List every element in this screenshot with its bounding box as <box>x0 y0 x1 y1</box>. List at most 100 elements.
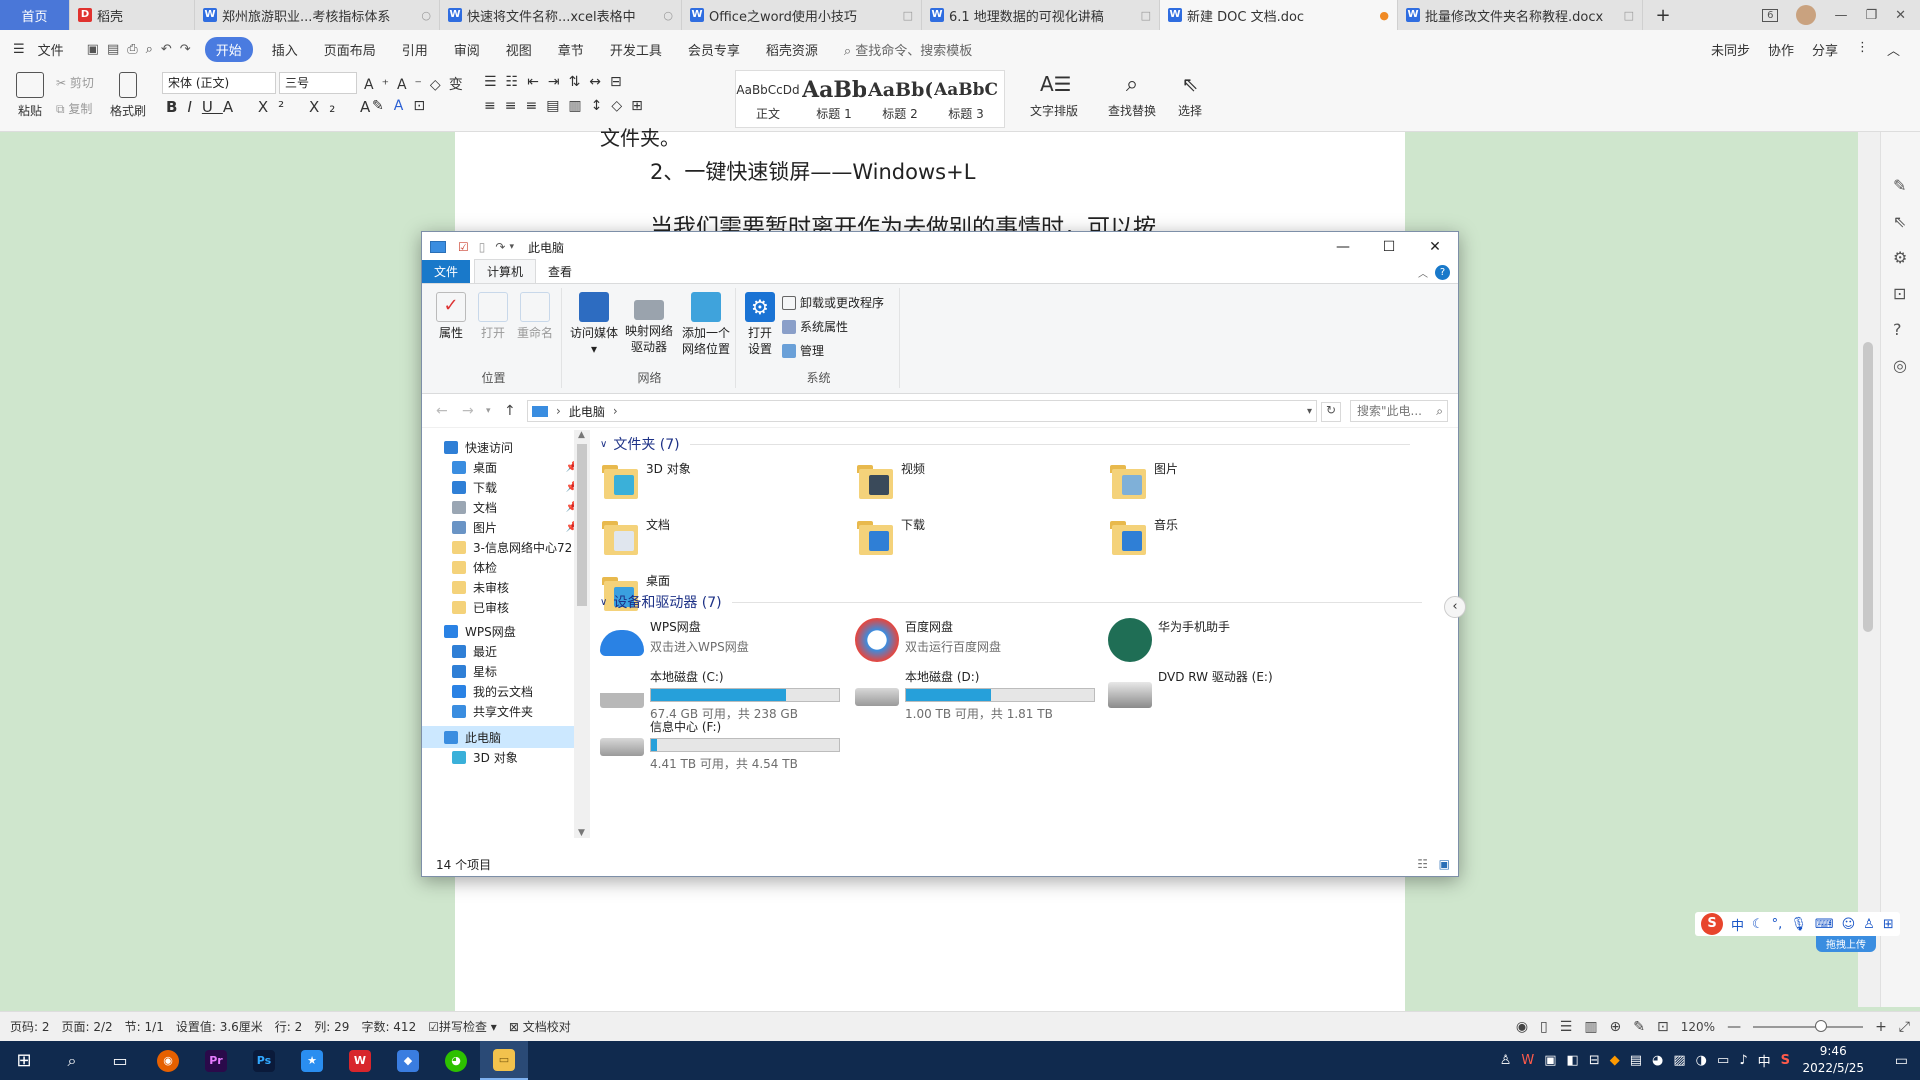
add-network-location-button[interactable]: 添加一个 网络位置 <box>678 292 734 357</box>
firefox-icon[interactable]: ◉ <box>144 1041 192 1080</box>
more-icon[interactable]: ⋮ <box>1856 40 1869 59</box>
properties-button[interactable]: ✓ 属性 <box>432 292 470 341</box>
moon-icon[interactable]: ☾ <box>1752 917 1764 932</box>
rename-button[interactable]: 重命名 <box>514 292 556 341</box>
drive-item[interactable]: 本地磁盘 (C:) 67.4 GB 可用，共 238 GB <box>600 668 840 721</box>
photoshop-icon[interactable]: Ps <box>240 1041 288 1080</box>
tab-home[interactable]: 首页 <box>0 0 70 30</box>
folder-item[interactable]: 下载 <box>855 512 925 562</box>
tab-count-badge[interactable]: 6 <box>1762 8 1779 22</box>
font-style-icons[interactable]: BIUA X² X₂ A <box>166 98 380 116</box>
ime-toolbar[interactable]: S 中 ☾ °, 🎙 ⌨ ☺ ♙ ⊞ <box>1695 912 1900 936</box>
nav-item[interactable]: 此电脑 <box>422 726 586 748</box>
cut-button[interactable]: ✂ 剪切 <box>56 74 94 91</box>
font-name-select[interactable]: 宋体 (正文) <box>162 72 276 94</box>
up-icon[interactable]: ↑ <box>504 403 516 419</box>
fullscreen-icon[interactable]: ⤢ <box>1899 1019 1910 1035</box>
map-drive-button[interactable]: 映射网络 驱动器 <box>622 292 676 355</box>
refresh-icon[interactable]: ↻ <box>1321 402 1341 422</box>
nav-item[interactable]: 桌面 📌 <box>422 456 586 478</box>
outline-view-icon[interactable]: ☰ <box>1560 1019 1573 1035</box>
close-icon[interactable]: □ <box>1141 9 1151 22</box>
menu-docer[interactable]: 稻壳资源 <box>753 40 831 59</box>
punctuation-icon[interactable]: °, <box>1772 917 1783 932</box>
drive-item[interactable]: 本地磁盘 (D:) 1.00 TB 可用，共 1.81 TB <box>855 668 1095 721</box>
breadcrumb[interactable]: 此电脑 <box>569 403 605 420</box>
wps-icon[interactable]: W <box>336 1041 384 1080</box>
collapse-icon[interactable]: ︿ <box>1887 40 1900 59</box>
menu-home[interactable]: 开始 <box>204 36 253 62</box>
access-media-button[interactable]: 访问媒体 ▾ <box>568 292 620 357</box>
status-section[interactable]: 节: 1/1 <box>119 1018 170 1035</box>
app-icon[interactable]: ◆ <box>384 1041 432 1080</box>
menu-insert[interactable]: 插入 <box>259 40 311 59</box>
collapse-ribbon-icon[interactable]: ︿ <box>1418 265 1428 280</box>
nav-item[interactable]: WPS网盘 <box>422 620 586 642</box>
menu-layout[interactable]: 页面布局 <box>311 40 389 59</box>
nav-item[interactable]: 星标 <box>422 660 586 682</box>
person-icon[interactable]: ♙ <box>1500 1053 1512 1068</box>
status-column[interactable]: 列: 29 <box>308 1018 355 1035</box>
list-indent-icons[interactable]: ☰☷⇤⇥⇅↔⊟ <box>484 74 631 90</box>
drive-item[interactable]: 信息中心 (F:) 4.41 TB 可用，共 4.54 TB <box>600 718 840 771</box>
nav-scrollbar[interactable]: ▲ ▼ <box>574 430 590 838</box>
star-app-icon[interactable]: ★ <box>288 1041 336 1080</box>
zoom-in-icon[interactable]: + <box>1875 1019 1887 1035</box>
ribbon-tab-computer[interactable]: 计算机 <box>474 259 537 283</box>
drag-upload-tip[interactable]: 拖拽上传 <box>1816 936 1876 952</box>
forward-icon[interactable]: → <box>462 403 474 419</box>
close-icon[interactable]: ○ <box>421 9 431 22</box>
style-heading3[interactable]: AaBbC(标题 3 <box>934 75 998 129</box>
scroll-down-icon[interactable]: ▼ <box>578 828 585 838</box>
manage-button[interactable]: 管理 <box>782 342 824 359</box>
clock[interactable]: 9:46 2022/5/25 <box>1802 1043 1864 1077</box>
explorer-titlebar[interactable]: ☑ ▯ ↷ ▾ 此电脑 — ☐ ✕ <box>422 232 1458 262</box>
status-row[interactable]: 行: 2 <box>269 1018 309 1035</box>
large-icons-view-icon[interactable]: ▣ <box>1439 857 1450 871</box>
scroll-up-icon[interactable]: ▲ <box>578 430 585 440</box>
paste-button[interactable]: 粘贴 <box>10 72 50 119</box>
menu-dev-tools[interactable]: 开发工具 <box>597 40 675 59</box>
premiere-icon[interactable]: Pr <box>192 1041 240 1080</box>
drive-item[interactable]: WPS网盘 双击进入WPS网盘 <box>600 618 749 668</box>
nav-item[interactable]: 3-信息网络中心72 <box>422 536 586 558</box>
style-heading2[interactable]: AaBb(标题 2 <box>868 75 932 129</box>
quick-access-icons[interactable]: ▣▤⎙⌕↶↷ <box>87 42 199 57</box>
nav-item[interactable]: 我的云文档 <box>422 680 586 702</box>
nav-item[interactable]: 最近 <box>422 640 586 662</box>
details-view-icon[interactable]: ☷ <box>1417 857 1428 871</box>
font-adjust-icons[interactable]: A⁺A⁻◇变 <box>364 74 471 94</box>
grid-icon[interactable]: ⊞ <box>1883 917 1894 932</box>
windows-start-icon[interactable]: ⊞ <box>0 1041 48 1080</box>
close-icon[interactable]: ✕ <box>1895 8 1906 23</box>
keyboard-icon[interactable]: ⌨ <box>1815 917 1834 932</box>
nav-item[interactable]: 下载 📌 <box>422 476 586 498</box>
ime-indicator[interactable]: 中 <box>1758 1051 1771 1070</box>
avatar[interactable] <box>1796 5 1817 25</box>
microphone-icon[interactable]: 🎙 <box>1790 917 1807 932</box>
wechat-icon[interactable]: ◕ <box>432 1041 480 1080</box>
open-button[interactable]: 打开 <box>474 292 512 341</box>
folders-section-header[interactable]: ∨ 文件夹 (7) <box>600 434 1410 454</box>
nav-item[interactable]: 已审核 <box>422 596 586 618</box>
status-pages[interactable]: 页面: 2/2 <box>56 1018 119 1035</box>
text-layout-button[interactable]: A☰ 文字排版 <box>1022 72 1086 119</box>
undo-qat-icon[interactable]: ↷ <box>495 240 505 254</box>
tab-document[interactable]: W 快速将文件名称...xcel表格中 ○ <box>440 0 682 30</box>
volume-icon[interactable]: ♪ <box>1739 1053 1747 1068</box>
ime-mode[interactable]: 中 <box>1731 915 1744 934</box>
format-painter-button[interactable]: 格式刷 <box>108 72 148 119</box>
minimize-icon[interactable]: — <box>1834 8 1847 23</box>
pen-icon[interactable]: ✎ <box>1633 1019 1645 1035</box>
nav-item[interactable]: 文档 📌 <box>422 496 586 518</box>
close-icon[interactable]: □ <box>903 9 913 22</box>
menu-file[interactable]: 文件 <box>38 40 77 59</box>
status-word-count[interactable]: 字数: 412 <box>355 1018 422 1035</box>
tab-document[interactable]: W 批量修改文件夹名称教程.docx □ <box>1398 0 1643 30</box>
drive-item[interactable]: DVD RW 驱动器 (E:) <box>1108 668 1273 718</box>
task-view-icon[interactable]: ▭ <box>96 1041 144 1080</box>
ribbon-tab-view[interactable]: 查看 <box>536 260 584 283</box>
style-normal[interactable]: AaBbCcDd 正文 <box>736 75 800 129</box>
status-setting[interactable]: 设置值: 3.6厘米 <box>170 1018 269 1035</box>
address-dropdown-icon[interactable]: ▾ <box>1307 406 1312 417</box>
